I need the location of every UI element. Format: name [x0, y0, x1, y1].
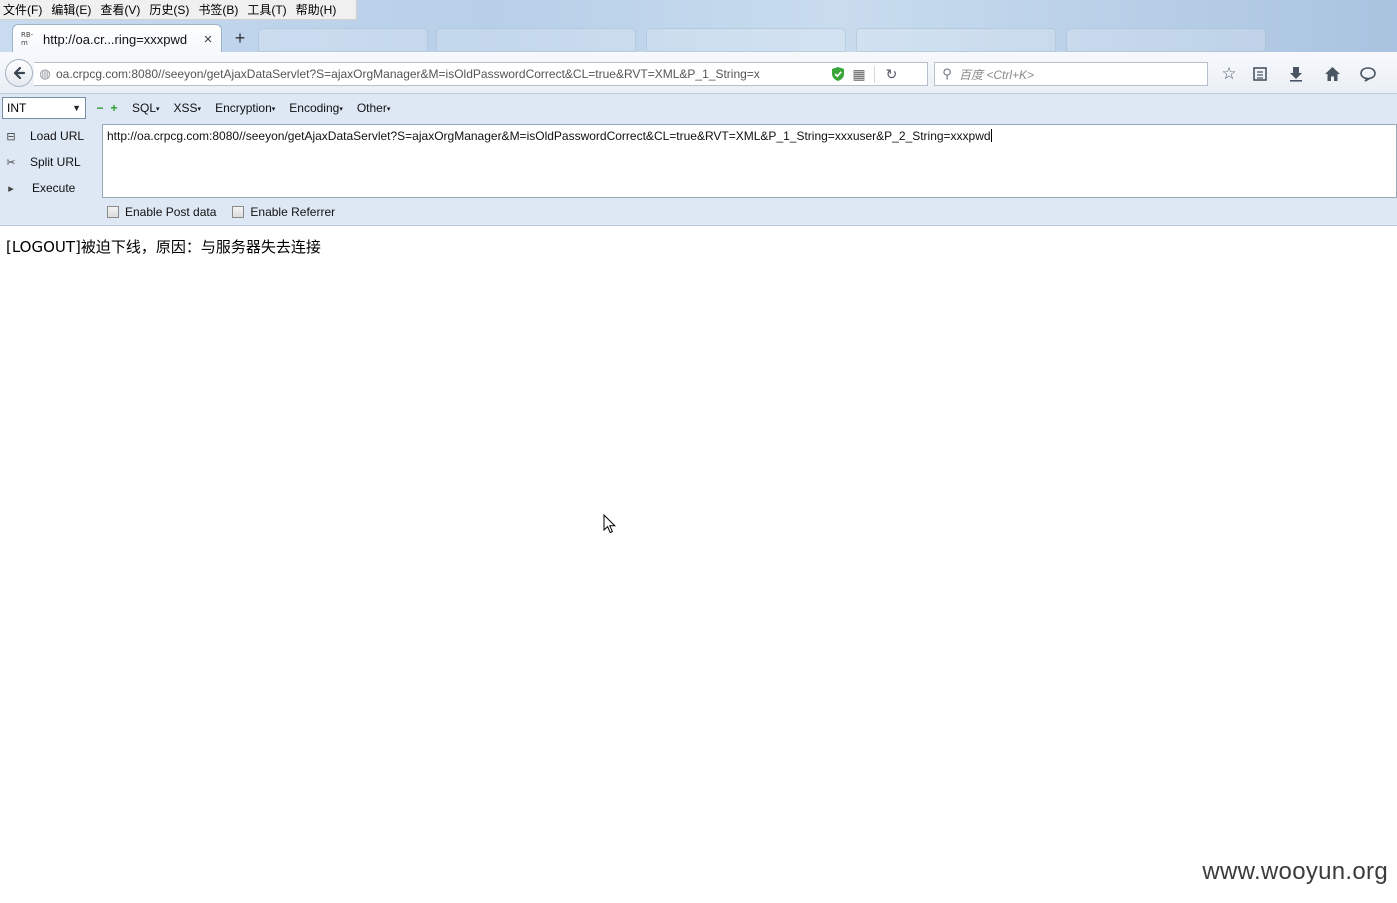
tab-active[interactable]: RB-m http://oa.cr...ring=xxxpwd ×: [12, 24, 222, 53]
hackbar-url-text: http://oa.crpcg.com:8080//seeyon/getAjax…: [107, 129, 991, 143]
close-icon[interactable]: ×: [199, 31, 217, 48]
menu-other-label: Other: [356, 101, 387, 115]
enable-referrer-checkbox[interactable]: [232, 205, 245, 218]
text-caret: [990, 129, 992, 142]
hackbar-url-textarea[interactable]: http://oa.crpcg.com:8080//seeyon/getAjax…: [102, 124, 1397, 198]
url-input[interactable]: oa.crpcg.com:8080//seeyon/getAjaxDataSer…: [56, 67, 818, 81]
reload-icon[interactable]: ↻: [874, 65, 908, 83]
menu-other[interactable]: Other▾: [357, 101, 391, 115]
background-tab[interactable]: [856, 28, 1056, 52]
type-select-value: INT: [7, 101, 27, 115]
increase-icon[interactable]: +: [110, 101, 118, 115]
type-select[interactable]: INT ▼: [2, 97, 86, 119]
chat-bubble-graphic: [1360, 67, 1376, 82]
menu-file[interactable]: 文件(F): [0, 0, 48, 20]
split-url-label: Split URL: [30, 155, 81, 169]
dropdown-arrow-icon: ▾: [339, 105, 343, 113]
bookmarks-list-graphic: [1253, 67, 1267, 81]
dropdown-arrow-icon: ▾: [197, 105, 202, 113]
menu-tools[interactable]: 工具(T): [244, 0, 292, 20]
site-identity-icon[interactable]: ◍: [34, 66, 56, 82]
enable-post-data-checkbox[interactable]: [107, 205, 119, 218]
menu-history[interactable]: 历史(S): [146, 0, 195, 20]
menu-encoding-label: Encoding: [289, 101, 340, 115]
decrease-icon[interactable]: −: [96, 101, 104, 115]
address-bar[interactable]: ◍ oa.crpcg.com:8080//seeyon/getAjaxDataS…: [34, 62, 928, 86]
menu-bar: 文件(F) 编辑(E) 查看(V) 历史(S) 书签(B) 工具(T) 帮助(H…: [0, 0, 357, 20]
shield-icon[interactable]: [828, 66, 848, 82]
search-input[interactable]: 百度 <Ctrl+K>: [959, 66, 1034, 83]
menu-help[interactable]: 帮助(H): [293, 0, 343, 20]
dropdown-arrow-icon: ▾: [271, 105, 276, 113]
watermark: www.wooyun.org: [1202, 858, 1388, 885]
menu-xss[interactable]: XSS▾: [174, 101, 202, 115]
hackbar-panel: ⊟ Load URL ✂ Split URL ▸ Execute http://…: [0, 122, 1397, 198]
tab-title: http://oa.cr...ring=xxxpwd: [43, 31, 188, 47]
bookmarks-list-icon[interactable]: [1248, 62, 1272, 86]
execute-label: Execute: [32, 181, 76, 195]
menu-encryption-label: Encryption: [215, 101, 272, 115]
tab-strip: RB-m http://oa.cr...ring=xxxpwd × +: [0, 22, 1397, 53]
chevron-down-icon: ▼: [72, 103, 81, 113]
chat-bubble-icon[interactable]: [1356, 62, 1380, 86]
window-titlebar: 文件(F) 编辑(E) 查看(V) 历史(S) 书签(B) 工具(T) 帮助(H…: [0, 0, 1397, 53]
menu-encoding[interactable]: Encoding▾: [289, 101, 343, 115]
load-url-label: Load URL: [30, 129, 85, 143]
back-arrow-icon: [13, 66, 26, 80]
shield-icon-graphic: [832, 67, 844, 81]
background-tab[interactable]: [258, 28, 428, 52]
qrcode-icon[interactable]: ▦: [848, 66, 870, 83]
enable-post-data-option[interactable]: Enable Post data: [107, 205, 216, 219]
menu-edit[interactable]: 编辑(E): [48, 0, 97, 20]
background-tab[interactable]: [646, 28, 846, 52]
menu-encryption[interactable]: Encryption▾: [215, 101, 275, 115]
menu-xss-label: XSS: [173, 101, 198, 115]
dropdown-arrow-icon: ▾: [156, 105, 160, 113]
search-bar[interactable]: ⚲ 百度 <Ctrl+K>: [934, 62, 1208, 86]
dropdown-arrow-icon: ▾: [386, 105, 391, 113]
menu-sql[interactable]: SQL▾: [132, 101, 160, 115]
background-tab[interactable]: [436, 28, 636, 52]
page-message: [LOGOUT]被迫下线，原因：与服务器失去连接: [6, 238, 321, 256]
load-url-icon: ⊟: [6, 130, 16, 143]
split-url-button[interactable]: ✂ Split URL: [0, 151, 100, 173]
background-tab[interactable]: [1066, 28, 1266, 52]
favicon-icon: RB-m: [21, 31, 34, 47]
home-graphic: [1324, 67, 1340, 81]
hackbar-options: Enable Post data Enable Referrer: [0, 198, 1397, 226]
bookmark-star-icon[interactable]: ☆: [1217, 62, 1241, 86]
mouse-cursor-icon: [603, 514, 617, 534]
home-icon[interactable]: [1320, 62, 1344, 86]
new-tab-button[interactable]: +: [231, 28, 249, 49]
scissors-icon: ✂: [6, 156, 16, 169]
navigation-bar: ◍ oa.crpcg.com:8080//seeyon/getAjaxDataS…: [0, 52, 1397, 94]
enable-referrer-label: Enable Referrer: [250, 204, 336, 219]
load-url-button[interactable]: ⊟ Load URL: [0, 125, 100, 147]
menu-view[interactable]: 查看(V): [97, 0, 146, 20]
enable-post-data-label: Enable Post data: [125, 204, 217, 219]
hackbar-toolbar: INT ▼ − + SQL▾ XSS▾ Encryption▾ Encoding…: [0, 94, 1397, 122]
search-icon: ⚲: [942, 66, 952, 81]
enable-referrer-option[interactable]: Enable Referrer: [232, 205, 335, 219]
download-graphic: [1290, 67, 1302, 82]
execute-button[interactable]: ▸ Execute: [0, 177, 100, 199]
menu-sql-label: SQL: [132, 101, 157, 115]
back-button[interactable]: [5, 59, 33, 87]
download-icon[interactable]: [1284, 62, 1308, 86]
menu-bookmarks[interactable]: 书签(B): [195, 0, 244, 20]
play-icon: ▸: [8, 182, 14, 195]
